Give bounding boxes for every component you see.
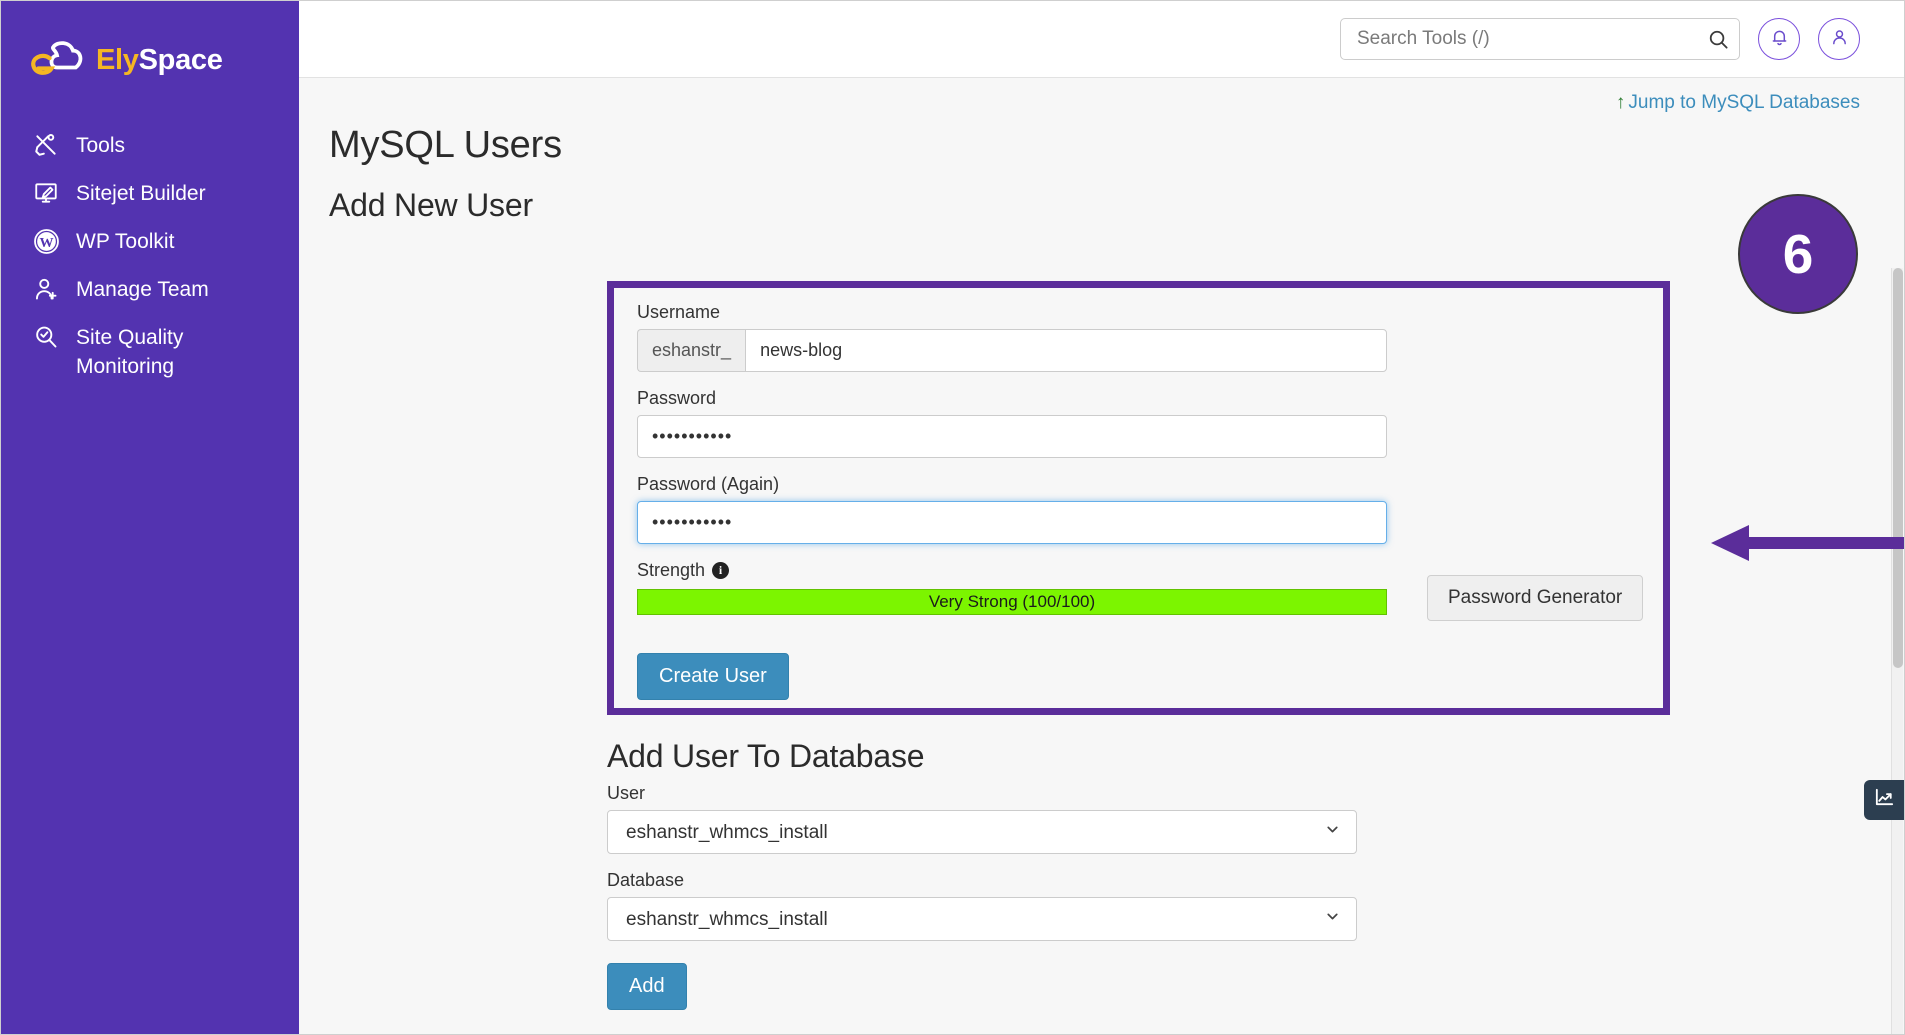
db-user-select[interactable]: eshanstr_whmcs_install bbox=[607, 810, 1357, 854]
page-title: MySQL Users bbox=[329, 124, 562, 166]
monitor-pen-icon bbox=[31, 178, 61, 208]
search-input[interactable] bbox=[1340, 18, 1740, 60]
create-user-button[interactable]: Create User bbox=[637, 653, 789, 700]
password-strength-bar: Very Strong (100/100) bbox=[637, 589, 1387, 615]
brand-text: ElySpace bbox=[96, 44, 223, 77]
add-user-to-database-heading: Add User To Database bbox=[607, 738, 925, 774]
sidebar: ElySpace Tools Sitejet Builder W WP Tool… bbox=[1, 1, 299, 1034]
notifications-button[interactable] bbox=[1758, 18, 1800, 60]
wordpress-icon: W bbox=[31, 226, 61, 256]
sidebar-item-label: Tools bbox=[76, 134, 126, 157]
tools-icon bbox=[31, 130, 61, 160]
bell-icon bbox=[1769, 27, 1790, 51]
db-database-field-row: Database eshanstr_whmcs_install bbox=[607, 870, 1707, 941]
chart-line-icon bbox=[1873, 786, 1896, 814]
top-bar bbox=[299, 1, 1904, 78]
username-label: Username bbox=[637, 302, 721, 322]
sidebar-item-label: Site Quality Monitoring bbox=[76, 326, 184, 378]
strength-row: Very Strong (100/100) Password Generator bbox=[637, 575, 1663, 635]
brand-text-second: Space bbox=[138, 43, 223, 76]
password-generator-button[interactable]: Password Generator bbox=[1427, 575, 1644, 621]
username-prefix: eshanstr_ bbox=[637, 329, 746, 372]
scrollbar-thumb[interactable] bbox=[1893, 268, 1903, 668]
sidebar-item-tools[interactable]: Tools bbox=[1, 121, 299, 169]
left-arrow-annotation bbox=[1689, 524, 1904, 564]
info-icon[interactable]: i bbox=[712, 562, 730, 579]
step-badge: 6 bbox=[1738, 194, 1858, 314]
brand-text-first: Ely bbox=[96, 43, 139, 76]
jump-link-label: Jump to MySQL Databases bbox=[1628, 92, 1860, 113]
user-add-icon bbox=[31, 274, 61, 304]
strength-text: Very Strong (100/100) bbox=[928, 592, 1096, 611]
db-user-label: User bbox=[607, 783, 646, 803]
svg-text:W: W bbox=[39, 235, 53, 251]
db-database-select[interactable]: eshanstr_whmcs_install bbox=[607, 897, 1357, 941]
sidebar-item-label: Sitejet Builder bbox=[76, 182, 206, 205]
password-again-input[interactable] bbox=[637, 501, 1387, 544]
user-icon bbox=[1829, 27, 1850, 51]
username-input-group: eshanstr_ bbox=[637, 329, 1387, 372]
add-new-user-highlight-box: Username eshanstr_ Password Password (Ag… bbox=[607, 281, 1670, 715]
password-input[interactable] bbox=[637, 415, 1387, 458]
sidebar-item-manage-team[interactable]: Manage Team bbox=[1, 265, 299, 313]
brand-logo-area[interactable]: ElySpace bbox=[1, 23, 299, 89]
sidebar-nav: Tools Sitejet Builder W WP Toolkit Manag… bbox=[1, 121, 299, 390]
add-button[interactable]: Add bbox=[607, 963, 687, 1010]
main-area: ↑Jump to MySQL Databases MySQL Users Add… bbox=[299, 1, 1904, 1034]
password-label: Password bbox=[637, 388, 717, 408]
sidebar-item-label: WP Toolkit bbox=[76, 230, 175, 253]
analytics-widget-button[interactable] bbox=[1864, 780, 1904, 820]
sidebar-item-sitejet-builder[interactable]: Sitejet Builder bbox=[1, 169, 299, 217]
jump-to-mysql-databases-link[interactable]: ↑ Jump to MySQL Databases bbox=[1616, 92, 1860, 113]
search-container bbox=[1340, 18, 1740, 60]
vertical-scrollbar[interactable] bbox=[1891, 268, 1903, 1034]
add-user-to-database-section: Add User To Database User eshanstr_whmcs… bbox=[607, 738, 1707, 1010]
account-button[interactable] bbox=[1818, 18, 1860, 60]
db-database-label: Database bbox=[607, 870, 685, 890]
magnifier-check-icon bbox=[31, 322, 61, 352]
strength-label: Strength bbox=[637, 560, 706, 580]
add-new-user-form: Username eshanstr_ Password Password (Ag… bbox=[614, 288, 1663, 700]
cloud-logo-icon bbox=[29, 39, 87, 81]
sidebar-item-wp-toolkit[interactable]: W WP Toolkit bbox=[1, 217, 299, 265]
content-area: ↑ Jump to MySQL Databases MySQL Users Add… bbox=[299, 78, 1904, 1034]
sidebar-item-label: Manage Team bbox=[76, 278, 209, 301]
search-icon[interactable] bbox=[1704, 25, 1732, 53]
up-arrow-icon: ↑ bbox=[1615, 92, 1626, 113]
db-user-select-wrap: eshanstr_whmcs_install bbox=[607, 810, 1357, 854]
app-root: ElySpace Tools Sitejet Builder W WP Tool… bbox=[0, 0, 1905, 1035]
add-new-user-heading: Add New User bbox=[329, 187, 533, 223]
password-again-field-row: Password (Again) bbox=[637, 474, 1663, 544]
sidebar-item-site-quality-monitoring[interactable]: Site Quality Monitoring bbox=[1, 313, 299, 390]
db-user-field-row: User eshanstr_whmcs_install bbox=[607, 783, 1707, 854]
password-again-label: Password (Again) bbox=[637, 474, 780, 494]
strength-section: Strength i Very Strong (100/100) Passwor… bbox=[637, 560, 1663, 635]
username-input[interactable] bbox=[745, 329, 1387, 372]
jump-link-row: ↑ Jump to MySQL Databases bbox=[299, 78, 1904, 114]
username-field-row: Username eshanstr_ bbox=[637, 302, 1663, 372]
password-field-row: Password bbox=[637, 388, 1663, 458]
db-database-select-wrap: eshanstr_whmcs_install bbox=[607, 897, 1357, 941]
